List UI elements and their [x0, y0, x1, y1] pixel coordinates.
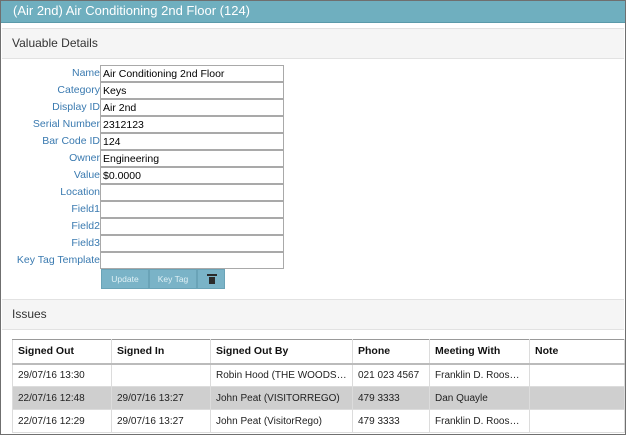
column-header-signed-in[interactable]: Signed In — [111, 339, 211, 365]
field1-label: Field1 — [71, 203, 100, 215]
owner-label: Owner — [69, 152, 100, 164]
value-label: Value — [73, 169, 100, 181]
location-label: Location — [60, 186, 100, 198]
bar-code-id-input[interactable] — [100, 133, 284, 150]
cell-signed-out: 29/07/16 13:30 — [12, 363, 112, 387]
column-header-note[interactable]: Note — [529, 339, 625, 365]
cell-phone: 479 3333 — [352, 386, 430, 410]
valuable-details-heading: Valuable Details — [2, 28, 624, 59]
field-row-location: Location — [1, 184, 301, 201]
name-label: Name — [71, 67, 100, 79]
cell-signed-out-by: John Peat (VisitorRego) — [210, 409, 353, 433]
field-row-field1: Field1 — [1, 201, 301, 218]
cell-note — [529, 363, 625, 387]
field-row-field2: Field2 — [1, 218, 301, 235]
location-input[interactable] — [100, 184, 284, 201]
column-header-signed-out[interactable]: Signed Out — [12, 339, 112, 365]
cell-meeting-with: Franklin D. Roosev... — [429, 363, 530, 387]
display-id-input[interactable] — [100, 99, 284, 116]
category-label: Category — [57, 84, 100, 96]
field-row-name: Name — [1, 65, 301, 82]
field-row-bar-code-id: Bar Code ID — [1, 133, 301, 150]
cell-note — [529, 409, 625, 433]
issues-table: Signed Out Signed In Signed Out By Phone… — [12, 339, 625, 433]
cell-signed-in: 29/07/16 13:27 — [111, 386, 211, 410]
table-row[interactable]: 29/07/16 13:30 Robin Hood (THE WOODS IN.… — [12, 363, 625, 387]
delete-button[interactable] — [197, 269, 225, 289]
key-tag-template-input[interactable] — [100, 252, 284, 269]
serial-number-input[interactable] — [100, 116, 284, 133]
cell-meeting-with: Franklin D. Roosev... — [429, 409, 530, 433]
field-row-display-id: Display ID — [1, 99, 301, 116]
field1-input[interactable] — [100, 201, 284, 218]
cell-signed-in: 29/07/16 13:27 — [111, 409, 211, 433]
valuable-window: (Air 2nd) Air Conditioning 2nd Floor (12… — [0, 0, 626, 435]
key-tag-button[interactable]: Key Tag — [149, 269, 197, 289]
trash-icon — [207, 274, 217, 284]
display-id-label: Display ID — [52, 101, 100, 113]
value-input[interactable] — [100, 167, 284, 184]
issues-heading: Issues — [2, 299, 624, 330]
bar-code-id-label: Bar Code ID — [42, 135, 100, 147]
table-row[interactable]: 22/07/16 12:29 29/07/16 13:27 John Peat … — [12, 409, 625, 433]
cell-signed-out-by: Robin Hood (THE WOODS IN... — [210, 363, 353, 387]
table-row[interactable]: 22/07/16 12:48 29/07/16 13:27 John Peat … — [12, 386, 625, 410]
cell-note — [529, 386, 625, 410]
field-row-category: Category — [1, 82, 301, 99]
window-title: (Air 2nd) Air Conditioning 2nd Floor (12… — [1, 1, 625, 23]
field3-input[interactable] — [100, 235, 284, 252]
cell-signed-out: 22/07/16 12:29 — [12, 409, 112, 433]
cell-phone: 479 3333 — [352, 409, 430, 433]
serial-number-label: Serial Number — [32, 118, 100, 130]
field-row-field3: Field3 — [1, 235, 301, 252]
column-header-signed-out-by[interactable]: Signed Out By — [210, 339, 353, 365]
category-input[interactable] — [100, 82, 284, 99]
field-row-key-tag-template: Key Tag Template — [1, 252, 301, 269]
field2-label: Field2 — [71, 220, 100, 232]
field2-input[interactable] — [100, 218, 284, 235]
table-header-row: Signed Out Signed In Signed Out By Phone… — [12, 339, 625, 365]
field3-label: Field3 — [71, 237, 100, 249]
field-row-owner: Owner — [1, 150, 301, 167]
key-tag-template-label: Key Tag Template — [16, 254, 100, 266]
owner-input[interactable] — [100, 150, 284, 167]
update-button[interactable]: Update — [101, 269, 149, 289]
field-row-value: Value — [1, 167, 301, 184]
field-row-serial-number: Serial Number — [1, 116, 301, 133]
column-header-phone[interactable]: Phone — [352, 339, 430, 365]
cell-meeting-with: Dan Quayle — [429, 386, 530, 410]
column-header-meeting-with[interactable]: Meeting With — [429, 339, 530, 365]
cell-phone: 021 023 4567 — [352, 363, 430, 387]
cell-signed-out-by: John Peat (VISITORREGO) — [210, 386, 353, 410]
cell-signed-out: 22/07/16 12:48 — [12, 386, 112, 410]
cell-signed-in — [111, 363, 211, 387]
name-input[interactable] — [100, 65, 284, 82]
